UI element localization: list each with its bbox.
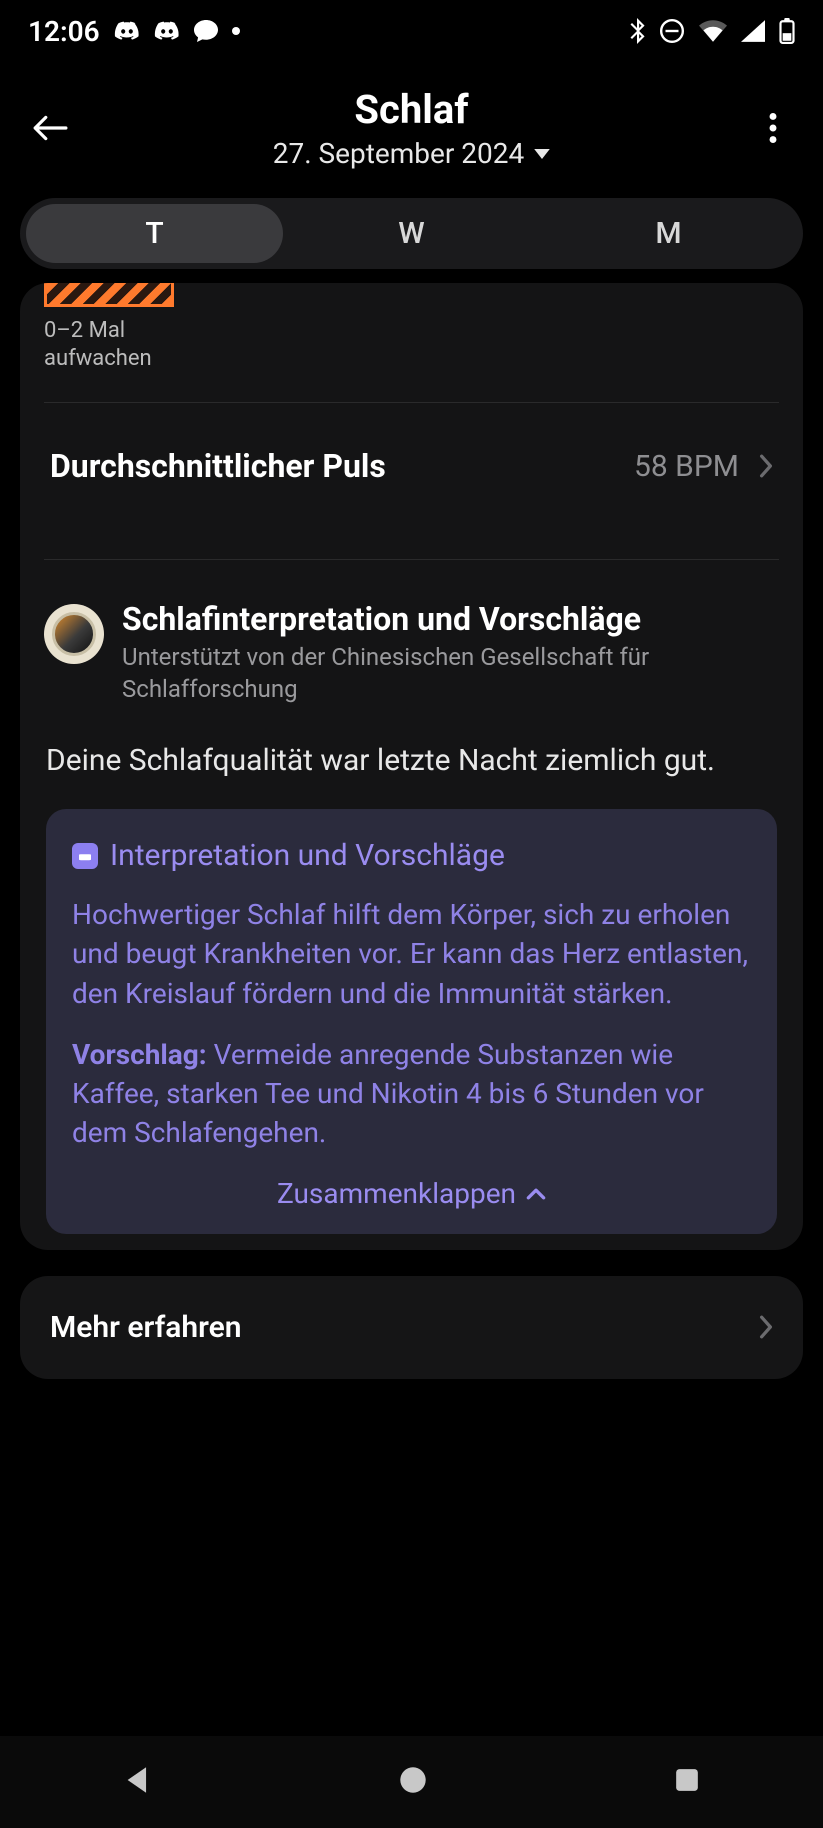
status-time: 12:06 xyxy=(28,15,100,48)
more-vertical-icon xyxy=(769,113,777,143)
collapse-button[interactable]: Zusammenklappen xyxy=(72,1174,751,1213)
chevron-up-icon xyxy=(526,1188,546,1200)
page-title: Schlaf xyxy=(80,86,743,133)
status-bar: 12:06 xyxy=(0,0,823,56)
chat-icon xyxy=(194,20,218,42)
nav-home-icon xyxy=(398,1765,428,1795)
chevron-right-icon xyxy=(759,1315,773,1339)
app-header: Schlaf 27. September 2024 xyxy=(0,56,823,188)
interp-subtitle: Unterstützt von der Chinesischen Gesells… xyxy=(122,642,779,704)
tab-month[interactable]: M xyxy=(540,204,797,263)
note-icon xyxy=(72,843,98,869)
battery-icon xyxy=(779,18,795,44)
more-menu-button[interactable] xyxy=(743,113,803,143)
wake-bar xyxy=(44,283,779,307)
chevron-right-icon xyxy=(759,454,773,478)
tab-day[interactable]: T xyxy=(26,204,283,263)
discord-icon xyxy=(154,21,180,41)
avg-pulse-value: 58 BPM xyxy=(634,449,739,484)
collapse-label: Zusammenklappen xyxy=(277,1174,516,1213)
dnd-icon xyxy=(659,18,685,44)
nav-back-icon xyxy=(123,1765,153,1795)
bluetooth-icon xyxy=(629,18,645,44)
tip-paragraph-2: Vorschlag: Vermeide anregende Substanzen… xyxy=(72,1035,751,1153)
learn-more-label: Mehr erfahren xyxy=(50,1310,759,1345)
triangle-down-icon xyxy=(534,149,550,159)
tab-week[interactable]: W xyxy=(283,204,540,263)
signal-icon xyxy=(741,20,765,42)
system-nav-bar xyxy=(0,1736,823,1828)
wifi-icon xyxy=(699,20,727,42)
interp-title: Schlafinterpretation und Vorschläge xyxy=(122,600,779,638)
avg-pulse-label: Durchschnittlicher Puls xyxy=(50,447,634,485)
tip-suggest-label: Vorschlag: xyxy=(72,1038,207,1071)
org-badge-icon xyxy=(44,604,104,664)
date-label: 27. September 2024 xyxy=(273,137,525,170)
notification-dot-icon xyxy=(232,27,240,35)
tip-paragraph-1: Hochwertiger Schlaf hilft dem Körper, si… xyxy=(72,895,751,1013)
tip-box: Interpretation und Vorschläge Hochwertig… xyxy=(46,809,777,1233)
wake-caption: 0–2 Mal aufwachen xyxy=(44,317,779,372)
arrow-left-icon xyxy=(32,114,68,142)
sleep-card: 0–2 Mal aufwachen Durchschnittlicher Pul… xyxy=(20,283,803,1250)
quality-summary: Deine Schlafqualität war letzte Nacht zi… xyxy=(46,741,777,782)
discord-icon xyxy=(114,21,140,41)
nav-back-button[interactable] xyxy=(123,1765,153,1799)
learn-more-row[interactable]: Mehr erfahren xyxy=(20,1276,803,1379)
nav-recent-button[interactable] xyxy=(674,1767,700,1797)
period-tabs: T W M xyxy=(20,198,803,269)
nav-home-button[interactable] xyxy=(398,1765,428,1799)
date-selector[interactable]: 27. September 2024 xyxy=(80,137,743,170)
avg-pulse-row[interactable]: Durchschnittlicher Puls 58 BPM xyxy=(20,403,803,529)
back-button[interactable] xyxy=(20,114,80,142)
nav-recent-icon xyxy=(674,1767,700,1793)
tip-heading: Interpretation und Vorschläge xyxy=(110,835,505,877)
